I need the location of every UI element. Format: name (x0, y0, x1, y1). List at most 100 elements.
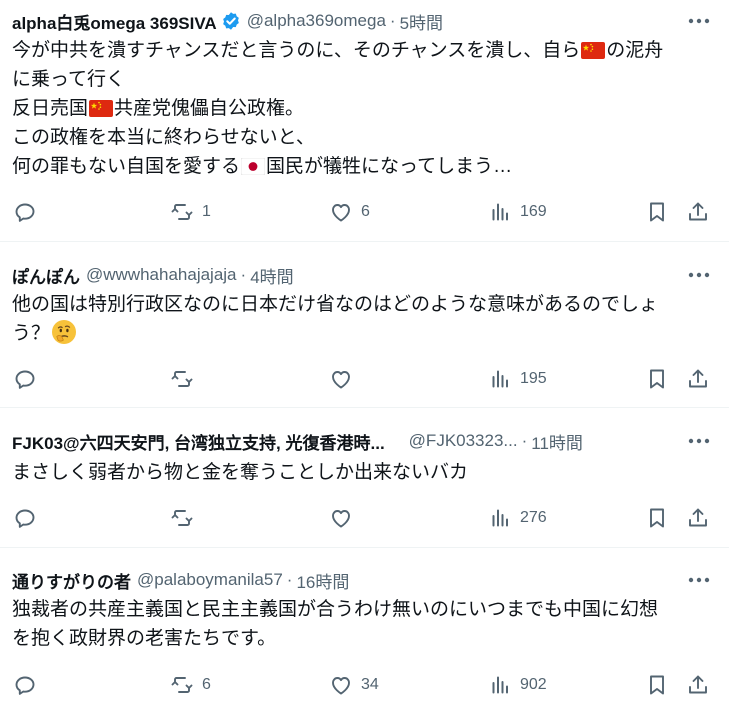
post-text-segment: 今が中共を潰すチャンスだと言うのに、そのチャンスを潰し、自ら (12, 40, 581, 61)
repost-button[interactable] (170, 503, 202, 533)
post-text-line: に乗って行く (12, 65, 715, 94)
bookmark-icon (645, 506, 669, 530)
share-button[interactable] (686, 197, 710, 227)
share-button[interactable] (686, 503, 710, 533)
share-icon (686, 367, 710, 391)
post-text-line: この政権を本当に終わらせないと、 (12, 123, 715, 152)
display-name[interactable]: FJK03@六四天安門, 台湾独立支持, 光復香港時... (12, 429, 385, 454)
views-button[interactable]: 195 (488, 364, 547, 394)
repost-icon (170, 506, 194, 530)
repost-button[interactable]: 6 (170, 670, 211, 700)
more-options-icon[interactable] (687, 430, 711, 452)
reply-button[interactable] (13, 503, 45, 533)
post-text-line: 何の罪もない自国を愛する 国民が犠牲になってしまう… (12, 152, 715, 181)
more-options-icon[interactable] (687, 10, 711, 32)
post-text-line: 他の国は特別行政区なのに日本だけ省なのはどのような意味があるのでしょ (12, 290, 715, 319)
reply-icon (13, 673, 37, 697)
display-name[interactable]: 通りすがりの者 (12, 568, 131, 593)
post-actions: 276 (0, 503, 729, 533)
reply-post[interactable]: alpha白兎omega 369SIVA @alpha369omega · 5時… (0, 0, 729, 242)
bookmark-button[interactable] (645, 503, 669, 533)
like-icon (329, 506, 353, 530)
like-button[interactable]: 6 (329, 197, 370, 227)
post-text-segment: 何の罪もない自国を愛する (12, 156, 241, 177)
post-header: FJK03@六四天安門, 台湾独立支持, 光復香港時... @FJK03323.… (12, 426, 717, 456)
post-text-line: 反日売国 共産党傀儡自公政権。 (12, 94, 715, 123)
user-handle[interactable]: @alpha369omega (247, 11, 386, 31)
share-icon (686, 200, 710, 224)
post-text: まさしく弱者から物と金を奪うことしか出来ないバカ (12, 458, 715, 487)
views-count: 195 (520, 370, 547, 387)
post-text: 他の国は特別行政区なのに日本だけ省なのはどのような意味があるのでしょう？ (12, 290, 715, 348)
post-actions: 6 34 902 (0, 670, 729, 700)
user-handle[interactable]: @FJK03323... (409, 431, 518, 451)
views-button[interactable]: 169 (488, 197, 547, 227)
post-actions: 1 6 169 (0, 197, 729, 227)
repost-button[interactable]: 1 (170, 197, 211, 227)
repost-button[interactable] (170, 364, 202, 394)
views-icon (488, 673, 512, 697)
post-text-line: を抱く政財界の老害たちです。 (12, 624, 715, 653)
display-name[interactable]: alpha白兎omega 369SIVA (12, 9, 217, 34)
views-count: 902 (520, 676, 547, 693)
separator-dot: · (521, 431, 528, 450)
repost-icon (170, 200, 194, 224)
views-button[interactable]: 276 (488, 503, 547, 533)
verified-badge-icon (221, 11, 241, 31)
views-button[interactable]: 902 (488, 670, 547, 700)
like-button[interactable]: 34 (329, 670, 379, 700)
share-icon (686, 506, 710, 530)
post-text-segment: に乗って行く (12, 69, 126, 90)
post-text-segment: 反日売国 (12, 98, 89, 119)
bookmark-button[interactable] (645, 197, 669, 227)
like-button[interactable] (329, 503, 361, 533)
china-flag-icon (580, 40, 606, 61)
views-icon (488, 200, 512, 224)
post-text-segment: 共産党傀儡自公政権。 (114, 98, 305, 119)
reply-post[interactable]: 通りすがりの者 @palaboymanila57 · 16時間 独裁者の共産主義… (0, 548, 729, 701)
japan-flag-icon (240, 156, 266, 177)
post-text-segment: を抱く政財界の老害たちです。 (12, 628, 277, 649)
bookmark-button[interactable] (645, 364, 669, 394)
thinking-face-icon (50, 320, 77, 344)
post-text-segment: この政権を本当に終わらせないと、 (12, 127, 315, 148)
post-text-segment: の泥舟 (606, 40, 664, 61)
reply-post[interactable]: FJK03@六四天安門, 台湾独立支持, 光復香港時... @FJK03323.… (0, 408, 729, 548)
post-time[interactable]: 5時間 (400, 9, 443, 34)
user-handle[interactable]: @wwwhahahajajaja (86, 265, 237, 285)
repost-count: 1 (202, 203, 211, 220)
post-text-segment: 国民が犠牲になってしまう… (266, 156, 513, 177)
post-text-segment: まさしく弱者から物と金を奪うことしか出来ないバカ (12, 462, 469, 483)
reply-button[interactable] (13, 364, 45, 394)
reply-icon (13, 506, 37, 530)
views-icon (488, 367, 512, 391)
post-header: alpha白兎omega 369SIVA @alpha369omega · 5時… (12, 6, 717, 36)
post-time[interactable]: 11時間 (531, 429, 583, 454)
reply-feed: alpha白兎omega 369SIVA @alpha369omega · 5時… (0, 0, 729, 701)
reply-button[interactable] (13, 670, 45, 700)
user-handle[interactable]: @palaboymanila57 (137, 570, 283, 590)
post-header: ぽんぽん @wwwhahahajajaja · 4時間 (12, 260, 717, 290)
views-count: 169 (520, 203, 547, 220)
views-count: 276 (520, 509, 547, 526)
post-text: 今が中共を潰すチャンスだと言うのに、そのチャンスを潰し、自ら の泥舟 に乗って行く反… (12, 36, 715, 181)
more-options-icon[interactable] (687, 569, 711, 591)
post-text-segment: う？ (12, 323, 51, 344)
bookmark-button[interactable] (645, 670, 669, 700)
bookmark-icon (645, 367, 669, 391)
like-button[interactable] (329, 364, 361, 394)
post-text-segment: 独裁者の共産主義国と民主主義国が合うわけ無いのにいつまでも中国に幻想 (12, 599, 659, 620)
reply-button[interactable] (13, 197, 45, 227)
views-icon (488, 506, 512, 530)
share-button[interactable] (686, 364, 710, 394)
china-flag-icon (88, 98, 114, 119)
share-button[interactable] (686, 670, 710, 700)
like-icon (329, 200, 353, 224)
reply-post[interactable]: ぽんぽん @wwwhahahajajaja · 4時間 他の国は特別行政区なのに… (0, 242, 729, 408)
post-time[interactable]: 4時間 (250, 263, 293, 288)
share-icon (686, 673, 710, 697)
post-time[interactable]: 16時間 (296, 568, 349, 593)
display-name[interactable]: ぽんぽん (12, 263, 80, 288)
separator-dot: · (389, 11, 396, 30)
more-options-icon[interactable] (687, 264, 711, 286)
